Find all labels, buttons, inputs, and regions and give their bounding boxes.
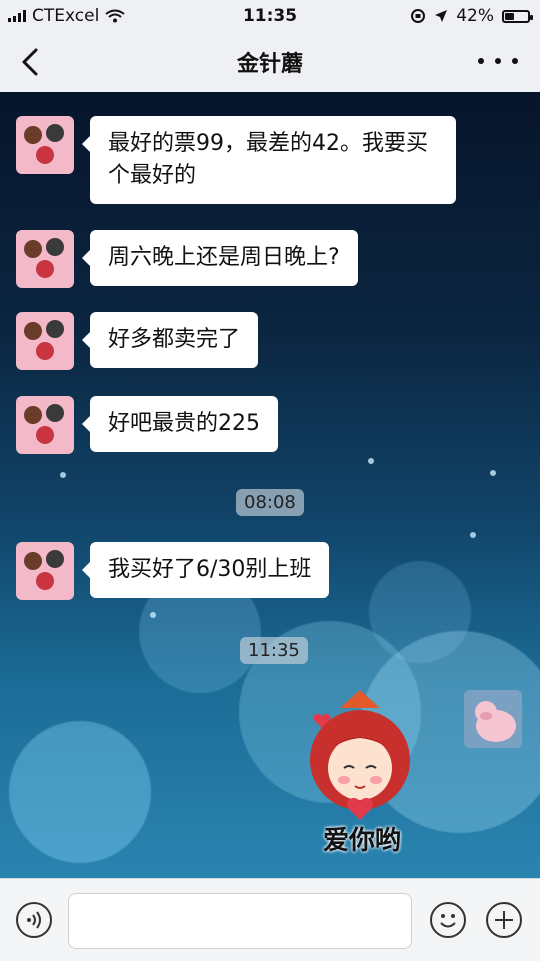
- battery-fill: [505, 12, 514, 20]
- contact-avatar[interactable]: [16, 396, 74, 454]
- message-bubble[interactable]: 最好的票99，最差的42。我要买个最好的: [82, 116, 456, 204]
- chat-area[interactable]: 最好的票99，最差的42。我要买个最好的 周六晚上还是周日晚上? 好多都卖完了 …: [0, 92, 540, 878]
- contact-avatar[interactable]: [16, 542, 74, 600]
- voice-icon: [27, 911, 41, 929]
- status-bar: CTExcel 11:35 42%: [0, 0, 540, 32]
- timestamp: 08:08: [236, 489, 304, 516]
- top-bar: CTExcel 11:35 42% 金针蘑: [0, 0, 540, 93]
- more-options-icon[interactable]: [478, 46, 518, 76]
- background-sparkle: [60, 472, 66, 478]
- background-sparkle: [150, 612, 156, 618]
- add-button[interactable]: [486, 902, 522, 938]
- background-sparkle: [368, 458, 374, 464]
- message-text: 好吧最贵的225: [108, 411, 260, 436]
- own-avatar[interactable]: [464, 690, 522, 748]
- message-bubble[interactable]: 好多都卖完了: [81, 312, 259, 368]
- message-bubble[interactable]: 周六晚上还是周日晚上?: [82, 230, 358, 286]
- emoji-button[interactable]: [430, 902, 466, 938]
- chat-title: 金针蘑: [236, 52, 303, 77]
- location-icon: [435, 10, 448, 22]
- message-bubble[interactable]: 好吧最贵的225: [82, 396, 278, 452]
- orientation-lock-icon: [411, 9, 426, 23]
- contact-avatar[interactable]: [16, 116, 74, 174]
- pig-icon: [464, 690, 522, 748]
- message-text: 周六晚上还是周日晚上?: [108, 245, 340, 270]
- timestamp: 11:35: [240, 637, 308, 664]
- contact-avatar[interactable]: [16, 312, 74, 370]
- battery-icon: [502, 9, 533, 23]
- contact-avatar[interactable]: [16, 230, 74, 288]
- sticker-caption: 爱你哟: [322, 826, 401, 856]
- input-bar: [0, 878, 540, 961]
- voice-button[interactable]: [16, 902, 52, 938]
- message-input[interactable]: [68, 893, 412, 949]
- message-text: 好多都卖完了: [108, 327, 241, 352]
- plus-icon: [495, 911, 513, 929]
- battery-percent: 42%: [456, 6, 494, 26]
- status-right: 42%: [410, 6, 533, 26]
- message-bubble[interactable]: 我买好了6/30别上班: [81, 542, 330, 598]
- smiley-icon: [440, 914, 456, 928]
- background-sparkle: [490, 470, 496, 476]
- message-text: 我买好了6/30别上班: [108, 557, 312, 582]
- message-text: 最好的票99，最差的42。我要买个最好的: [108, 131, 428, 188]
- nav-bar: 金针蘑: [0, 32, 540, 92]
- background-sparkle: [470, 532, 476, 538]
